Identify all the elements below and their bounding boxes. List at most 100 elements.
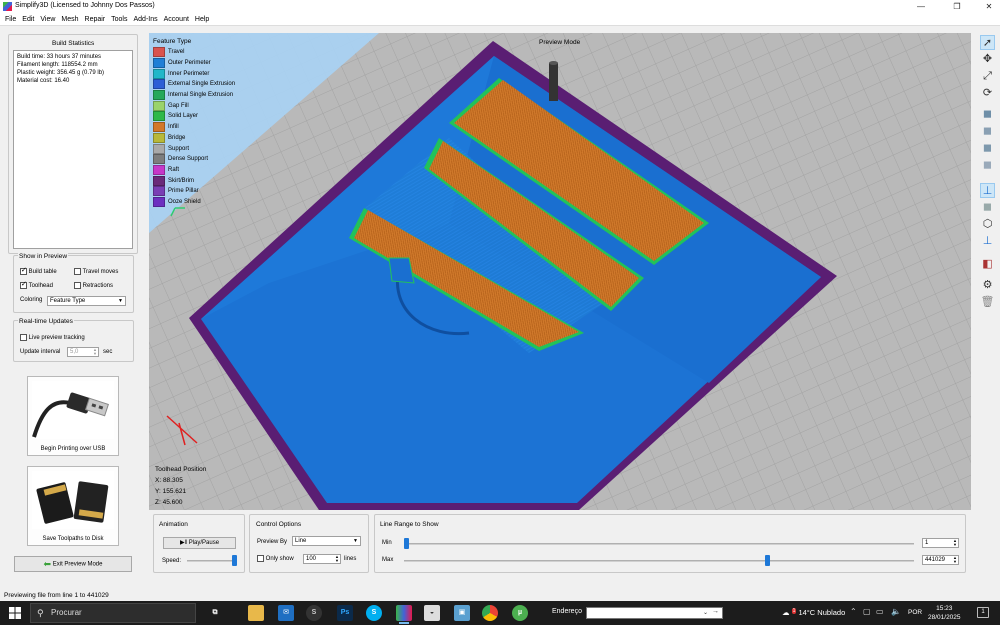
- app-8-icon[interactable]: ▣: [454, 605, 470, 621]
- file-explorer-icon[interactable]: [248, 605, 264, 621]
- max-slider-track[interactable]: [404, 560, 914, 562]
- legend-item-internal-single-extrusion: Internal Single Extrusion: [153, 90, 235, 101]
- only-show-option[interactable]: Only show: [257, 555, 294, 562]
- tray-battery-icon[interactable]: ▭: [876, 607, 884, 616]
- exit-preview-mode-button[interactable]: ⬅ Exit Preview Mode: [14, 556, 132, 572]
- simplify3d-taskbar-icon[interactable]: [396, 605, 412, 624]
- taskbar-search-box[interactable]: ⚲ Procurar: [30, 603, 196, 623]
- chrome-icon[interactable]: [482, 605, 498, 621]
- spin-arrows-icon: ▲ ▼: [335, 554, 339, 563]
- only-show-lines-spinbox[interactable]: 100 ▲ ▼: [303, 554, 341, 564]
- preview-by-select[interactable]: Line ▼: [292, 536, 361, 546]
- menu-repair[interactable]: Repair: [82, 13, 109, 26]
- axes-toggle-icon[interactable]: ⊥: [980, 183, 995, 198]
- view-iso-cube-icon[interactable]: ◼: [980, 107, 995, 122]
- windows-start-icon[interactable]: [9, 607, 21, 619]
- min-label: Min: [382, 540, 392, 546]
- speed-slider-track[interactable]: [187, 560, 237, 562]
- maximize-button[interactable]: ❐: [948, 1, 966, 12]
- live-preview-label: Live preview tracking: [28, 335, 85, 342]
- max-line-spinbox[interactable]: 441029 ▲ ▼: [922, 555, 959, 565]
- utorrent-icon[interactable]: µ: [512, 605, 528, 621]
- build-statistics-box: Build time: 33 hours 37 minutes Filament…: [13, 50, 133, 249]
- menu-view[interactable]: View: [37, 13, 58, 26]
- travel-moves-checkbox[interactable]: [74, 268, 81, 275]
- toolhead-checkbox[interactable]: [20, 280, 27, 289]
- settings-gear-icon[interactable]: ⚙: [980, 278, 995, 293]
- legend-swatch: [153, 58, 165, 69]
- update-interval-spinbox[interactable]: 5,0 ▲ ▼: [67, 347, 99, 357]
- tray-volume-icon[interactable]: 🔈: [891, 607, 901, 616]
- build-table-checkbox[interactable]: [20, 266, 27, 275]
- weather-widget[interactable]: ☁ 1 14°C Nublado: [782, 608, 845, 617]
- menu-tools[interactable]: Tools: [108, 13, 130, 26]
- app-7-icon[interactable]: ◒: [424, 605, 440, 621]
- menu-mesh[interactable]: Mesh: [58, 13, 81, 26]
- notification-center-icon[interactable]: 1: [977, 607, 989, 618]
- view-front-cube-icon[interactable]: ◼: [980, 124, 995, 139]
- scale-tool-icon[interactable]: ⤢: [980, 69, 995, 84]
- legend-item-gap-fill: Gap Fill: [153, 100, 235, 111]
- coloring-select[interactable]: Feature Type ▼: [47, 296, 126, 306]
- preview-mode-label: Preview Mode: [539, 39, 581, 46]
- menu-file[interactable]: File: [2, 13, 19, 26]
- language-indicator[interactable]: POR: [908, 609, 922, 616]
- tray-network-icon[interactable]: ▢: [863, 607, 871, 616]
- legend-item-infill: Infill: [153, 122, 235, 133]
- legend-item-prime-pillar: Prime Pillar: [153, 186, 235, 197]
- view-top-cube-icon[interactable]: ◼: [980, 141, 995, 156]
- play-pause-label: Play/Pause: [188, 540, 220, 546]
- mail-icon[interactable]: ✉: [278, 605, 294, 621]
- min-slider-thumb[interactable]: [404, 538, 409, 549]
- play-pause-button[interactable]: ▶‖ Play/Pause: [163, 537, 236, 549]
- begin-printing-usb-button[interactable]: Begin Printing over USB: [27, 376, 119, 456]
- min-line-spinbox[interactable]: 1 ▲ ▼: [922, 538, 959, 548]
- min-slider-track[interactable]: [404, 543, 914, 545]
- coloring-select-value: Feature Type: [50, 298, 86, 304]
- travel-moves-option[interactable]: Travel moves: [74, 268, 118, 275]
- only-show-label: Only show: [265, 556, 294, 563]
- only-show-checkbox[interactable]: [257, 555, 264, 562]
- taskbar-clock[interactable]: 15:23 28/01/2025: [928, 604, 961, 622]
- menu-help[interactable]: Help: [192, 13, 212, 26]
- go-arrow-icon[interactable]: →: [712, 608, 719, 615]
- legend-item-travel: Travel: [153, 47, 235, 58]
- view-side-cube-icon[interactable]: ◼: [980, 158, 995, 173]
- live-preview-option[interactable]: Live preview tracking: [20, 334, 85, 341]
- select-tool-icon[interactable]: ➚: [980, 35, 995, 50]
- cross-section-icon[interactable]: ◧: [980, 257, 995, 272]
- axis-orientation-icon[interactable]: ⊥: [980, 234, 995, 249]
- max-label: Max: [382, 557, 394, 563]
- close-button[interactable]: ✕: [980, 1, 998, 12]
- solid-view-icon[interactable]: ◼: [980, 200, 995, 215]
- live-preview-checkbox[interactable]: [20, 334, 27, 341]
- skype-icon[interactable]: S: [366, 605, 382, 621]
- retractions-checkbox[interactable]: [74, 282, 81, 289]
- photoshop-icon[interactable]: Ps: [337, 605, 353, 621]
- menu-add-ins[interactable]: Add-Ins: [130, 13, 160, 26]
- legend-swatch: [153, 143, 165, 154]
- stat-build-time: Build time: 33 hours 37 minutes: [17, 54, 102, 60]
- speed-slider-thumb[interactable]: [232, 555, 237, 566]
- tray-chevron-up-icon[interactable]: ⌃: [850, 607, 857, 616]
- rotate-tool-icon[interactable]: ⟳: [980, 86, 995, 101]
- menu-edit[interactable]: Edit: [19, 13, 37, 26]
- max-slider-thumb[interactable]: [765, 555, 771, 566]
- travel-moves-label: Travel moves: [82, 269, 119, 276]
- trash-icon[interactable]: 🗑: [980, 295, 995, 310]
- address-toolbar-input[interactable]: ⌄ →: [586, 607, 723, 619]
- save-toolpaths-disk-button[interactable]: Save Toolpaths to Disk: [27, 466, 119, 546]
- minimize-button[interactable]: —: [912, 1, 930, 12]
- stat-filament-length: Filament length: 118554.2 mm: [17, 62, 98, 68]
- build-statistics-title: Build Statistics: [52, 40, 95, 47]
- 3d-viewport[interactable]: Feature Type Travel Outer Perimeter Inne…: [149, 33, 971, 510]
- task-view-icon[interactable]: ⧉: [207, 605, 223, 621]
- menu-account[interactable]: Account: [161, 13, 192, 26]
- wireframe-view-icon[interactable]: ⬡: [980, 217, 995, 232]
- toolhead-z: Z: 45.600: [155, 499, 183, 506]
- move-tool-icon[interactable]: ✥: [980, 52, 995, 67]
- build-table-option[interactable]: Build table: [20, 266, 57, 275]
- retractions-option[interactable]: Retractions: [74, 282, 113, 289]
- steam-icon[interactable]: S: [306, 605, 322, 621]
- toolhead-option[interactable]: Toolhead: [20, 280, 53, 289]
